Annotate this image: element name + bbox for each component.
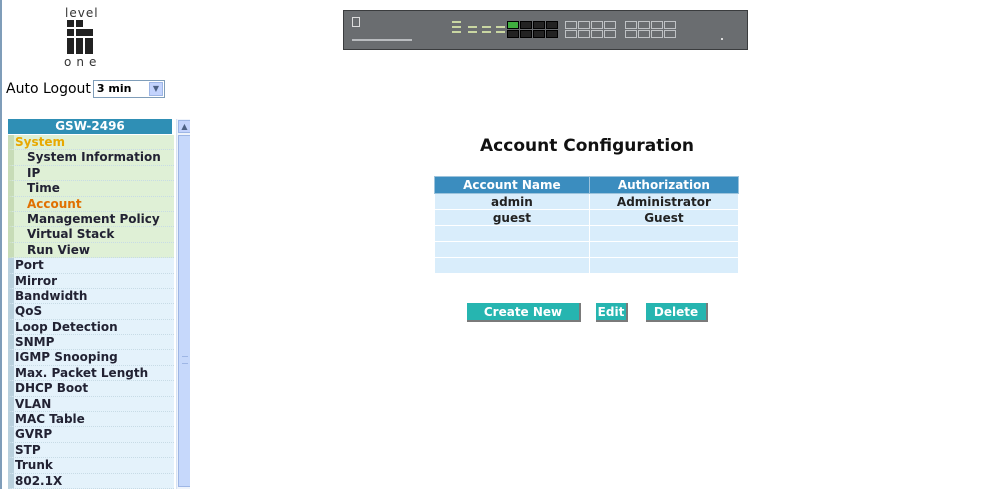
sidebar-item-max-packet-length[interactable]: Max. Packet Length xyxy=(8,365,174,382)
port-16[interactable] xyxy=(604,30,616,38)
chevron-down-icon[interactable]: ▼ xyxy=(148,82,163,96)
port-22[interactable] xyxy=(638,30,650,38)
port-13[interactable] xyxy=(565,30,577,38)
account-name-cell: admin xyxy=(434,193,590,210)
column-header-authorization: Authorization xyxy=(588,176,740,194)
sidebar-item-system[interactable]: System xyxy=(8,135,174,151)
sidebar-item-gvrp[interactable]: GVRP xyxy=(8,427,174,443)
sidebar-item-mirror[interactable]: Mirror xyxy=(8,273,174,289)
port-15[interactable] xyxy=(591,30,603,38)
table-row[interactable] xyxy=(434,241,740,258)
table-row[interactable]: guest Guest xyxy=(434,209,740,226)
edit-button[interactable]: Edit xyxy=(596,303,628,322)
port-21[interactable] xyxy=(625,30,637,38)
sidebar-item-system-information[interactable]: System Information xyxy=(8,150,174,166)
sidebar-item-ip[interactable]: IP xyxy=(8,165,174,182)
port-5[interactable] xyxy=(507,30,519,38)
auto-logout-select[interactable]: 3 min ▼ xyxy=(92,80,165,98)
authorization-cell: Guest xyxy=(588,209,740,226)
sidebar-item-vlan[interactable]: VLAN xyxy=(8,396,174,413)
sidebar-item-trunk[interactable]: Trunk xyxy=(8,458,174,474)
table-row[interactable]: admin Administrator xyxy=(434,193,740,210)
switch-front-panel xyxy=(343,10,748,50)
sidebar-items: System System Information IP Time Account Man… xyxy=(8,135,174,489)
sidebar-item-loop-detection[interactable]: Loop Detection xyxy=(8,319,174,336)
account-name-cell xyxy=(434,225,590,242)
page-title: Account Configuration xyxy=(480,136,694,156)
scroll-up-icon[interactable]: ▲ xyxy=(178,120,190,133)
port-24[interactable] xyxy=(664,30,676,38)
account-name-cell xyxy=(434,257,590,274)
port-1[interactable] xyxy=(507,21,519,29)
port-19[interactable] xyxy=(651,21,663,29)
port-20[interactable] xyxy=(664,21,676,29)
frame-border xyxy=(0,0,2,489)
column-header-account-name: Account Name xyxy=(434,176,590,194)
port-grid[interactable] xyxy=(507,21,737,43)
delete-button[interactable]: Delete xyxy=(646,303,708,322)
sidebar-item-igmp-snooping[interactable]: IGMP Snooping xyxy=(8,350,174,366)
sidebar-item-management-policy[interactable]: Management Policy xyxy=(8,211,174,228)
port-2[interactable] xyxy=(520,21,532,29)
panel-text xyxy=(352,39,412,41)
sidebar-item-mac-table[interactable]: MAC Table xyxy=(8,412,174,428)
sidebar-item-time[interactable]: Time xyxy=(8,181,174,197)
grip-icon xyxy=(182,356,188,364)
levelone-logo: level one xyxy=(62,6,122,72)
sidebar-item-802-1x[interactable]: 802.1X xyxy=(8,473,174,489)
sidebar-item-dhcp-boot[interactable]: DHCP Boot xyxy=(8,381,174,397)
sidebar-scrollbar[interactable]: ▲ xyxy=(176,119,190,489)
port-7[interactable] xyxy=(533,30,545,38)
port-9[interactable] xyxy=(565,21,577,29)
brand-icon xyxy=(352,17,360,27)
logo-bottom-word: one xyxy=(64,55,102,69)
auto-logout-value: 3 min xyxy=(96,82,132,95)
sidebar-item-stp[interactable]: STP xyxy=(8,442,174,459)
port-4[interactable] xyxy=(546,21,558,29)
authorization-cell: Administrator xyxy=(588,193,740,210)
account-table: Account Name Authorization admin Administ… xyxy=(434,176,740,274)
port-11[interactable] xyxy=(591,21,603,29)
auto-logout-label: Auto Logout xyxy=(6,81,91,97)
sidebar-header[interactable]: GSW-2496 xyxy=(8,119,172,134)
scroll-thumb[interactable] xyxy=(178,135,190,487)
logo-mark-icon xyxy=(67,20,93,54)
sidebar-item-virtual-stack[interactable]: Virtual Stack xyxy=(8,227,174,243)
table-header-row: Account Name Authorization xyxy=(434,176,740,194)
port-6[interactable] xyxy=(520,30,532,38)
create-new-button[interactable]: Create New xyxy=(467,303,581,322)
authorization-cell xyxy=(588,257,740,274)
table-row[interactable] xyxy=(434,225,740,242)
account-name-cell: guest xyxy=(434,209,590,226)
port-14[interactable] xyxy=(578,30,590,38)
sidebar-item-snmp[interactable]: SNMP xyxy=(8,335,174,351)
port-17[interactable] xyxy=(625,21,637,29)
sidebar-item-account[interactable]: Account xyxy=(8,196,174,212)
port-3[interactable] xyxy=(533,21,545,29)
port-23[interactable] xyxy=(651,30,663,38)
port-12[interactable] xyxy=(604,21,616,29)
port-10[interactable] xyxy=(578,21,590,29)
sidebar-item-bandwidth[interactable]: Bandwidth xyxy=(8,288,174,305)
table-row[interactable] xyxy=(434,257,740,274)
sidebar-item-run-view[interactable]: Run View xyxy=(8,242,174,259)
sidebar-menu: GSW-2496 System System Information IP Time A… xyxy=(8,119,190,489)
sidebar-item-port[interactable]: Port xyxy=(8,258,174,274)
port-18[interactable] xyxy=(638,21,650,29)
port-8[interactable] xyxy=(546,30,558,38)
auto-logout: Auto Logout 3 min ▼ xyxy=(6,80,165,98)
sidebar-item-qos[interactable]: QoS xyxy=(8,304,174,320)
account-name-cell xyxy=(434,241,590,258)
authorization-cell xyxy=(588,225,740,242)
authorization-cell xyxy=(588,241,740,258)
logo-top-word: level xyxy=(65,6,99,20)
